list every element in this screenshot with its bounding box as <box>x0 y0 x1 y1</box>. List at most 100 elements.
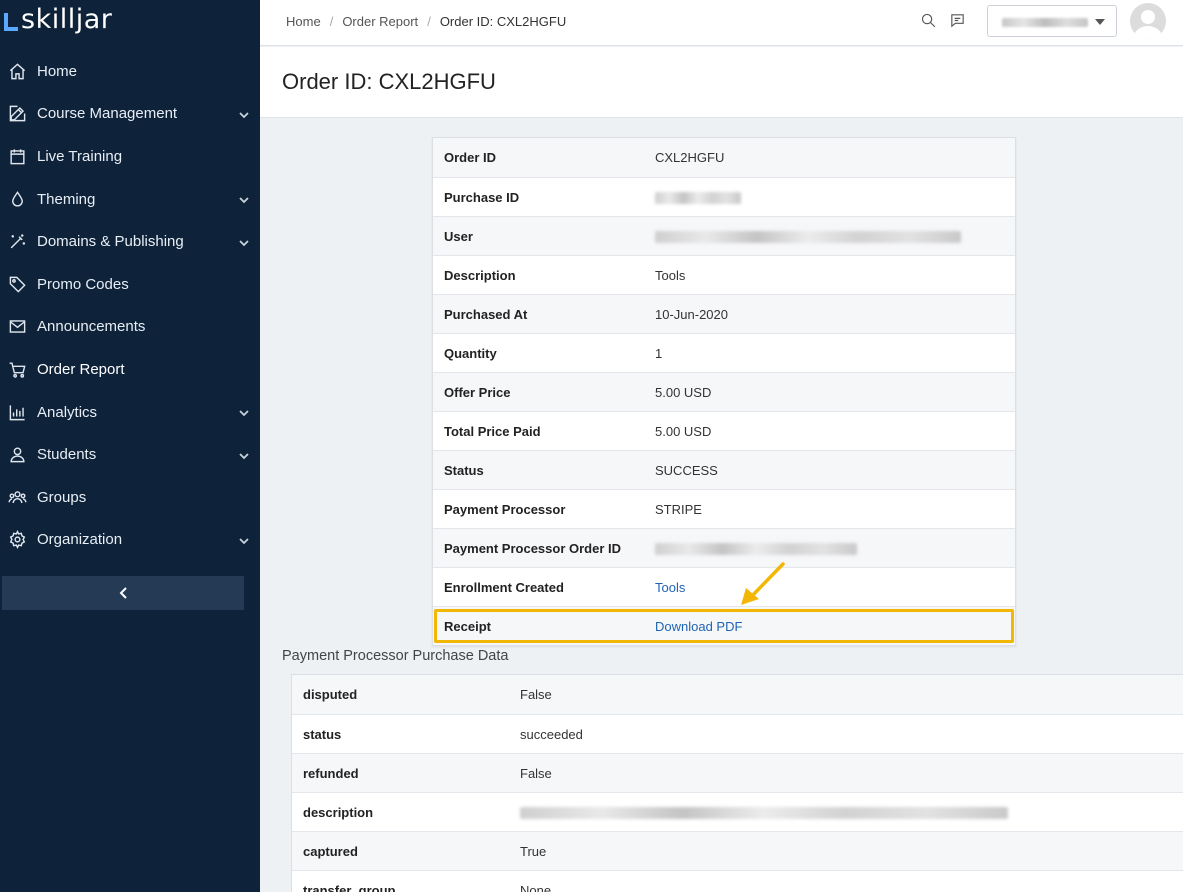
sidebar-nav: Home Course Management Live Training The… <box>0 50 260 561</box>
row-label: description <box>303 804 374 820</box>
total-price-value: 5.00 USD <box>655 423 712 439</box>
avatar[interactable] <box>1130 3 1166 39</box>
description-value <box>520 805 1008 820</box>
chat-icon[interactable] <box>949 12 967 30</box>
sidebar-item-label: Live Training <box>37 147 123 165</box>
status-value: succeeded <box>520 726 583 742</box>
sidebar-item-label: Promo Codes <box>37 275 129 293</box>
sidebar: skilljar Home Course Management Live Tra… <box>0 0 260 892</box>
status-value: SUCCESS <box>655 462 718 478</box>
purchase-id-value <box>655 190 741 205</box>
search-icon[interactable] <box>920 12 938 30</box>
chevron-down-icon[interactable] <box>238 534 250 546</box>
table-row: Receipt Download PDF <box>433 606 1015 645</box>
breadcrumb-home-link[interactable]: Home <box>286 14 321 29</box>
row-label: Receipt <box>444 618 491 634</box>
table-row: Payment Processor Order ID <box>433 528 1015 567</box>
top-bar: Home / Order Report / Order ID: CXL2HGFU <box>260 0 1183 46</box>
sidebar-item-theming[interactable]: Theming <box>0 178 260 221</box>
table-row: transfer_group None <box>292 870 1183 892</box>
sidebar-item-label: Theming <box>37 190 96 208</box>
chevron-down-icon[interactable] <box>238 108 250 120</box>
sidebar-item-groups[interactable]: Groups <box>0 476 260 519</box>
table-row: disputed False <box>292 675 1183 714</box>
annotation-arrow-icon <box>737 561 789 607</box>
user-icon <box>6 444 28 466</box>
receipt-value: Download PDF <box>655 619 742 634</box>
sidebar-item-label: Course Management <box>37 105 178 123</box>
enrollment-link[interactable]: Tools <box>655 580 685 595</box>
table-row: description <box>292 792 1183 831</box>
tag-icon <box>6 273 28 295</box>
redacted-value <box>520 807 1008 820</box>
description-value: Tools <box>655 267 686 283</box>
sidebar-item-label: Students <box>37 446 97 464</box>
table-row: refunded False <box>292 753 1183 792</box>
user-dropdown[interactable] <box>987 5 1117 37</box>
row-label: Status <box>444 462 484 478</box>
calendar-icon <box>6 145 28 167</box>
row-label: User <box>444 228 473 244</box>
row-label: Payment Processor Order ID <box>444 540 622 556</box>
avatar-body-shape <box>1134 26 1162 39</box>
chevron-down-icon[interactable] <box>238 449 250 461</box>
sidebar-item-label: Home <box>37 62 78 80</box>
table-row: captured True <box>292 831 1183 870</box>
sidebar-item-label: Analytics <box>37 403 98 421</box>
row-label: transfer_group <box>303 882 396 892</box>
row-label: Offer Price <box>444 384 511 400</box>
disputed-value: False <box>520 687 552 702</box>
logo-mark-icon <box>4 13 18 31</box>
sidebar-item-course-management[interactable]: Course Management <box>0 93 260 136</box>
offer-price-value: 5.00 USD <box>655 384 712 400</box>
row-label: Quantity <box>444 345 497 361</box>
sidebar-item-label: Organization <box>37 531 123 549</box>
processor-order-id-value <box>655 541 857 556</box>
chevron-down-icon[interactable] <box>238 406 250 418</box>
cart-icon <box>6 358 28 380</box>
row-label: Enrollment Created <box>444 579 564 595</box>
sidebar-item-label: Groups <box>37 488 87 506</box>
table-row: Status SUCCESS <box>433 450 1015 489</box>
sidebar-item-domains-publishing[interactable]: Domains & Publishing <box>0 220 260 263</box>
order-details-table: Order ID CXL2HGFU Purchase ID User Descr… <box>432 137 1016 646</box>
table-row: status succeeded <box>292 714 1183 753</box>
row-label: Description <box>444 267 516 283</box>
redacted-user-name <box>1002 18 1088 27</box>
users-icon <box>6 486 28 508</box>
row-label: refunded <box>303 765 359 781</box>
table-row: Total Price Paid 5.00 USD <box>433 411 1015 450</box>
row-label: status <box>303 726 342 742</box>
processor-data-table: disputed False status succeeded refunded… <box>291 674 1183 892</box>
redacted-value <box>655 543 857 556</box>
payment-processor-value: STRIPE <box>655 501 702 517</box>
chevron-down-icon[interactable] <box>238 193 250 205</box>
edit-icon <box>6 103 28 125</box>
sidebar-item-promo-codes[interactable]: Promo Codes <box>0 263 260 306</box>
sidebar-item-home[interactable]: Home <box>0 50 260 93</box>
sidebar-item-live-training[interactable]: Live Training <box>0 135 260 178</box>
sidebar-item-label: Order Report <box>37 360 125 378</box>
row-label: captured <box>303 843 358 859</box>
skilljar-logo[interactable]: skilljar <box>4 2 112 36</box>
row-label: Purchased At <box>444 306 528 322</box>
sidebar-item-students[interactable]: Students <box>0 433 260 476</box>
row-label: Total Price Paid <box>444 423 541 439</box>
table-row: Purchase ID <box>433 177 1015 216</box>
enrollment-value: Tools <box>655 580 685 595</box>
row-label: Payment Processor <box>444 501 566 517</box>
redacted-value <box>655 231 961 244</box>
collapse-sidebar-button[interactable] <box>2 576 244 610</box>
page-title: Order ID: CXL2HGFU <box>282 69 496 94</box>
sidebar-item-order-report[interactable]: Order Report <box>0 348 260 391</box>
home-icon <box>6 60 28 82</box>
chevron-down-icon[interactable] <box>238 236 250 248</box>
sidebar-item-analytics[interactable]: Analytics <box>0 391 260 434</box>
bar-chart-icon <box>6 401 28 423</box>
sidebar-item-announcements[interactable]: Announcements <box>0 306 260 349</box>
download-pdf-link[interactable]: Download PDF <box>655 619 742 634</box>
breadcrumb-order-report-link[interactable]: Order Report <box>342 14 418 29</box>
sidebar-item-organization[interactable]: Organization <box>0 519 260 562</box>
table-row: Purchased At 10-Jun-2020 <box>433 294 1015 333</box>
table-row: Payment Processor STRIPE <box>433 489 1015 528</box>
